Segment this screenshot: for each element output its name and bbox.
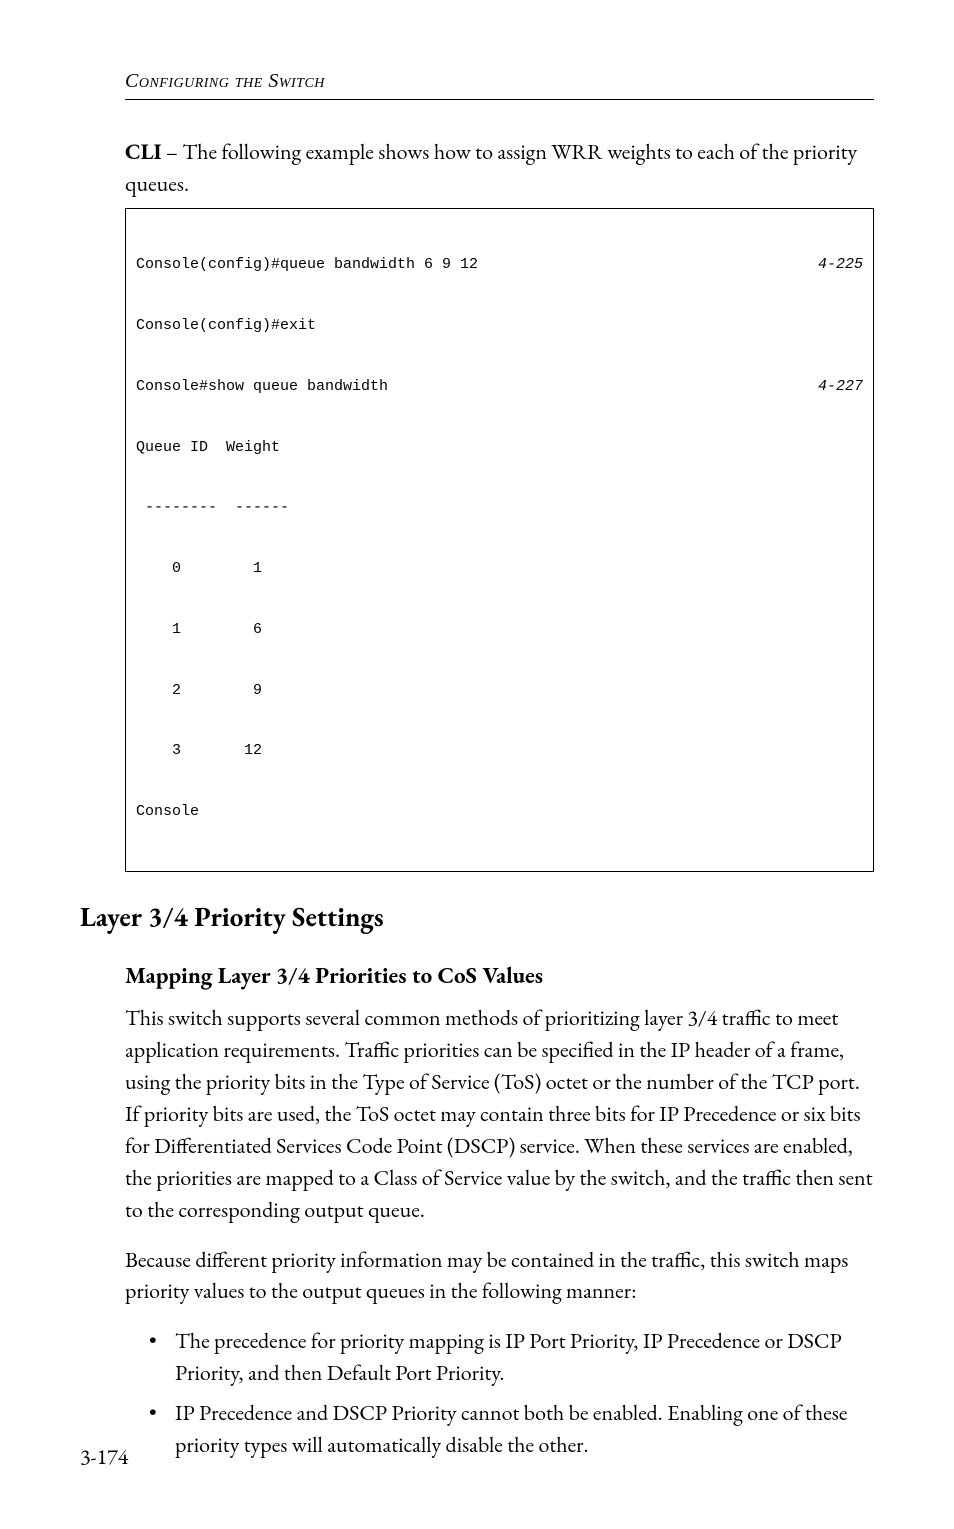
- code-page-ref: 4-227: [798, 377, 863, 397]
- page-number: 3-174: [80, 1442, 128, 1471]
- code-line: Queue ID Weight: [136, 438, 863, 458]
- intro-paragraph: CLI – The following example shows how to…: [125, 136, 874, 200]
- bullet-list: The precedence for priority mapping is I…: [125, 1325, 874, 1461]
- code-command: Console#show queue bandwidth: [136, 377, 388, 397]
- cli-code-block: Console(config)#queue bandwidth 6 9 12 4…: [125, 208, 874, 872]
- body-text-area: CLI – The following example shows how to…: [125, 136, 874, 1461]
- running-head: Configuring the Switch: [125, 70, 874, 93]
- body-paragraph: This switch supports several common meth…: [125, 1002, 874, 1225]
- page-container: Configuring the Switch CLI – The followi…: [0, 0, 954, 1529]
- list-item: IP Precedence and DSCP Priority cannot b…: [149, 1397, 874, 1461]
- code-line: Console(config)#exit: [136, 316, 863, 336]
- code-line: 1 6: [136, 620, 863, 640]
- list-item: The precedence for priority mapping is I…: [149, 1325, 874, 1389]
- code-line: 3 12: [136, 741, 863, 761]
- code-command: Console(config)#queue bandwidth 6 9 12: [136, 255, 478, 275]
- code-line: 0 1: [136, 559, 863, 579]
- code-line: -------- ------: [136, 498, 863, 518]
- body-paragraph: Because different priority information m…: [125, 1244, 874, 1308]
- code-line: 2 9: [136, 681, 863, 701]
- section-heading-level3: Mapping Layer 3/4 Priorities to CoS Valu…: [125, 959, 874, 992]
- code-line: Console(config)#queue bandwidth 6 9 12 4…: [136, 255, 863, 275]
- code-line: Console: [136, 802, 863, 822]
- code-page-ref: 4-225: [798, 255, 863, 275]
- header-rule: [125, 99, 874, 100]
- code-line: Console#show queue bandwidth 4-227: [136, 377, 863, 397]
- section-heading-level2: Layer 3/4 Priority Settings: [80, 898, 874, 937]
